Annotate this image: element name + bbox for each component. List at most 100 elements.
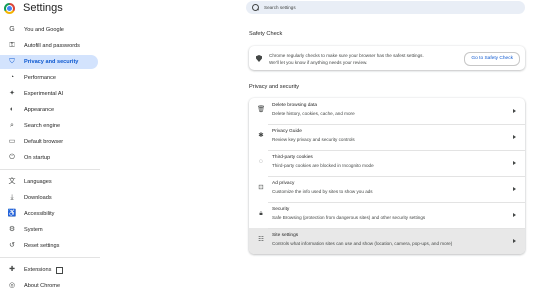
sparkle-icon: ✦ [9, 90, 15, 97]
arrow-right-icon [513, 187, 516, 191]
sidebar-item-performance[interactable]: ◔ Performance [0, 71, 98, 85]
chrome-logo-icon [4, 2, 15, 14]
row-subtitle: Safe Browsing (protection from dangerous… [272, 215, 426, 220]
sidebar-item-extensions[interactable]: ✚ Extensions [0, 263, 98, 277]
safety-check-text-line2: We'll let you know if anything needs you… [269, 60, 368, 65]
sidebar-item-label: Default browser [24, 139, 64, 145]
privacy-row-delete-browsing-data[interactable]: 🗑 Delete browsing data Delete history, c… [249, 98, 525, 124]
sidebar-item-label: Autofill and passwords [24, 43, 80, 49]
safety-check-heading: Safety Check [249, 31, 283, 37]
privacy-row-ad-privacy[interactable]: ⊡ Ad privacy Customize the info used by … [249, 176, 525, 202]
sidebar-item-about-chrome[interactable]: ◎ About Chrome [0, 279, 98, 293]
row-title: Delete browsing data [272, 103, 318, 108]
wrench-icon: ⚙ [8, 226, 16, 233]
sidebar-item-autofill[interactable]: ⚿ Autofill and passwords [0, 39, 98, 53]
shield-icon: ⛉ [9, 58, 15, 65]
chrome-icon: ◎ [8, 282, 16, 289]
privacy-card: 🗑 Delete browsing data Delete history, c… [249, 98, 525, 254]
privacy-row-security[interactable]: 🔒︎ Security Safe Browsing (protection fr… [249, 202, 525, 228]
arrow-right-icon [513, 213, 516, 217]
row-title: Privacy Guide [272, 129, 302, 134]
sidebar-item-label: Privacy and security [24, 59, 79, 65]
sidebar-item-default-browser[interactable]: ▭ Default browser [0, 135, 98, 149]
lock-icon: 🔒︎ [259, 210, 263, 217]
sidebar-item-experimental-ai[interactable]: ✦ Experimental AI [0, 87, 98, 101]
sidebar-divider [0, 257, 100, 258]
download-icon: ⤓ [10, 194, 14, 201]
palette-icon: ◐ [9, 106, 15, 113]
row-title: Site settings [272, 233, 299, 238]
row-subtitle: Delete history, cookies, cache, and more [272, 111, 355, 116]
sidebar-item-reset-settings[interactable]: ↺ Reset settings [0, 239, 98, 253]
search-input[interactable]: Search settings [246, 1, 525, 14]
privacy-row-site-settings[interactable]: ☷ Site settings Controls what informatio… [249, 228, 525, 254]
sidebar-item-downloads[interactable]: ⤓ Downloads [0, 191, 98, 205]
sidebar-item-label: About Chrome [24, 283, 61, 289]
sidebar-item-label: On startup [24, 155, 51, 161]
privacy-row-privacy-guide[interactable]: ✱ Privacy Guide Review key privacy and s… [249, 124, 525, 150]
google-icon: G [9, 26, 15, 33]
sidebar-item-label: System [24, 227, 43, 233]
sidebar-item-label: Reset settings [24, 243, 60, 249]
arrow-right-icon [513, 161, 516, 165]
sidebar-item-label: Search engine [24, 123, 61, 129]
sidebar-divider [0, 169, 100, 170]
sidebar-item-on-startup[interactable]: ⏻ On startup [0, 151, 98, 165]
arrow-right-icon [513, 239, 516, 243]
search-icon: ⌕ [10, 122, 14, 129]
header-brand: Settings [4, 1, 63, 15]
cookie-icon: ◌ [259, 158, 263, 165]
translate-icon: 文 [8, 178, 16, 185]
power-icon: ⏻ [9, 154, 15, 161]
safety-check-description: Chrome regularly checks to make sure you… [269, 52, 449, 66]
puzzle-icon: ✚ [9, 266, 15, 273]
sidebar-item-label: Appearance [24, 107, 55, 113]
sidebar-item-languages[interactable]: 文 Languages [0, 175, 98, 189]
safety-check-text-line1: Chrome regularly checks to make sure you… [269, 53, 424, 58]
row-subtitle: Review key privacy and security controls [272, 137, 355, 142]
row-subtitle: Controls what information sites can use … [272, 241, 453, 246]
privacy-heading: Privacy and security [249, 84, 300, 90]
open-in-new-icon [56, 266, 64, 274]
arrow-right-icon [513, 135, 516, 139]
row-title: Security [272, 207, 290, 212]
row-subtitle: Customize the info used by sites to show… [272, 189, 373, 194]
sidebar-item-privacy-and-security[interactable]: ⛉ Privacy and security [0, 55, 98, 69]
safety-check-card: Chrome regularly checks to make sure you… [249, 46, 525, 70]
row-title: Ad privacy [272, 181, 295, 186]
sidebar-item-system[interactable]: ⚙ System [0, 223, 98, 237]
sidebar-item-appearance[interactable]: ◐ Appearance [0, 103, 98, 117]
row-divider [268, 176, 525, 177]
reset-icon: ↺ [9, 242, 15, 249]
ad-privacy-icon: ⊡ [258, 184, 264, 191]
site-settings-icon: ☷ [258, 236, 264, 243]
row-divider [268, 150, 525, 151]
sidebar-item-label: Accessibility [24, 211, 55, 217]
go-to-safety-check-button[interactable]: Go to Safety Check [464, 52, 520, 66]
privacy-guide-icon: ✱ [258, 132, 264, 139]
row-subtitle: Third-party cookies are blocked in Incog… [272, 163, 374, 168]
sidebar: Settings G You and Google ⚿ Autofill and… [0, 0, 104, 300]
speedometer-icon: ◔ [9, 74, 15, 81]
sidebar-item-label: Performance [24, 75, 57, 81]
arrow-right-icon [513, 109, 516, 113]
sidebar-item-label: Experimental AI [24, 91, 64, 97]
sidebar-item-search-engine[interactable]: ⌕ Search engine [0, 119, 98, 133]
privacy-row-third-party-cookies[interactable]: ◌ Third-party cookies Third-party cookie… [249, 150, 525, 176]
row-divider [268, 228, 525, 229]
sidebar-item-label: Downloads [24, 195, 52, 201]
sidebar-item-label: Extensions [24, 267, 52, 273]
page-title: Settings [23, 2, 63, 14]
row-divider [268, 202, 525, 203]
shield-icon [256, 55, 262, 62]
sidebar-item-label: You and Google [24, 27, 64, 33]
row-title: Third-party cookies [272, 155, 313, 160]
search-icon [252, 4, 259, 11]
trash-icon: 🗑 [257, 106, 266, 113]
row-divider [268, 124, 525, 125]
sidebar-item-accessibility[interactable]: ♿ Accessibility [0, 207, 98, 221]
browser-icon: ▭ [8, 138, 16, 145]
key-icon: ⚿ [9, 42, 15, 49]
sidebar-item-you-and-google[interactable]: G You and Google [0, 23, 98, 37]
accessibility-icon: ♿ [7, 210, 17, 217]
